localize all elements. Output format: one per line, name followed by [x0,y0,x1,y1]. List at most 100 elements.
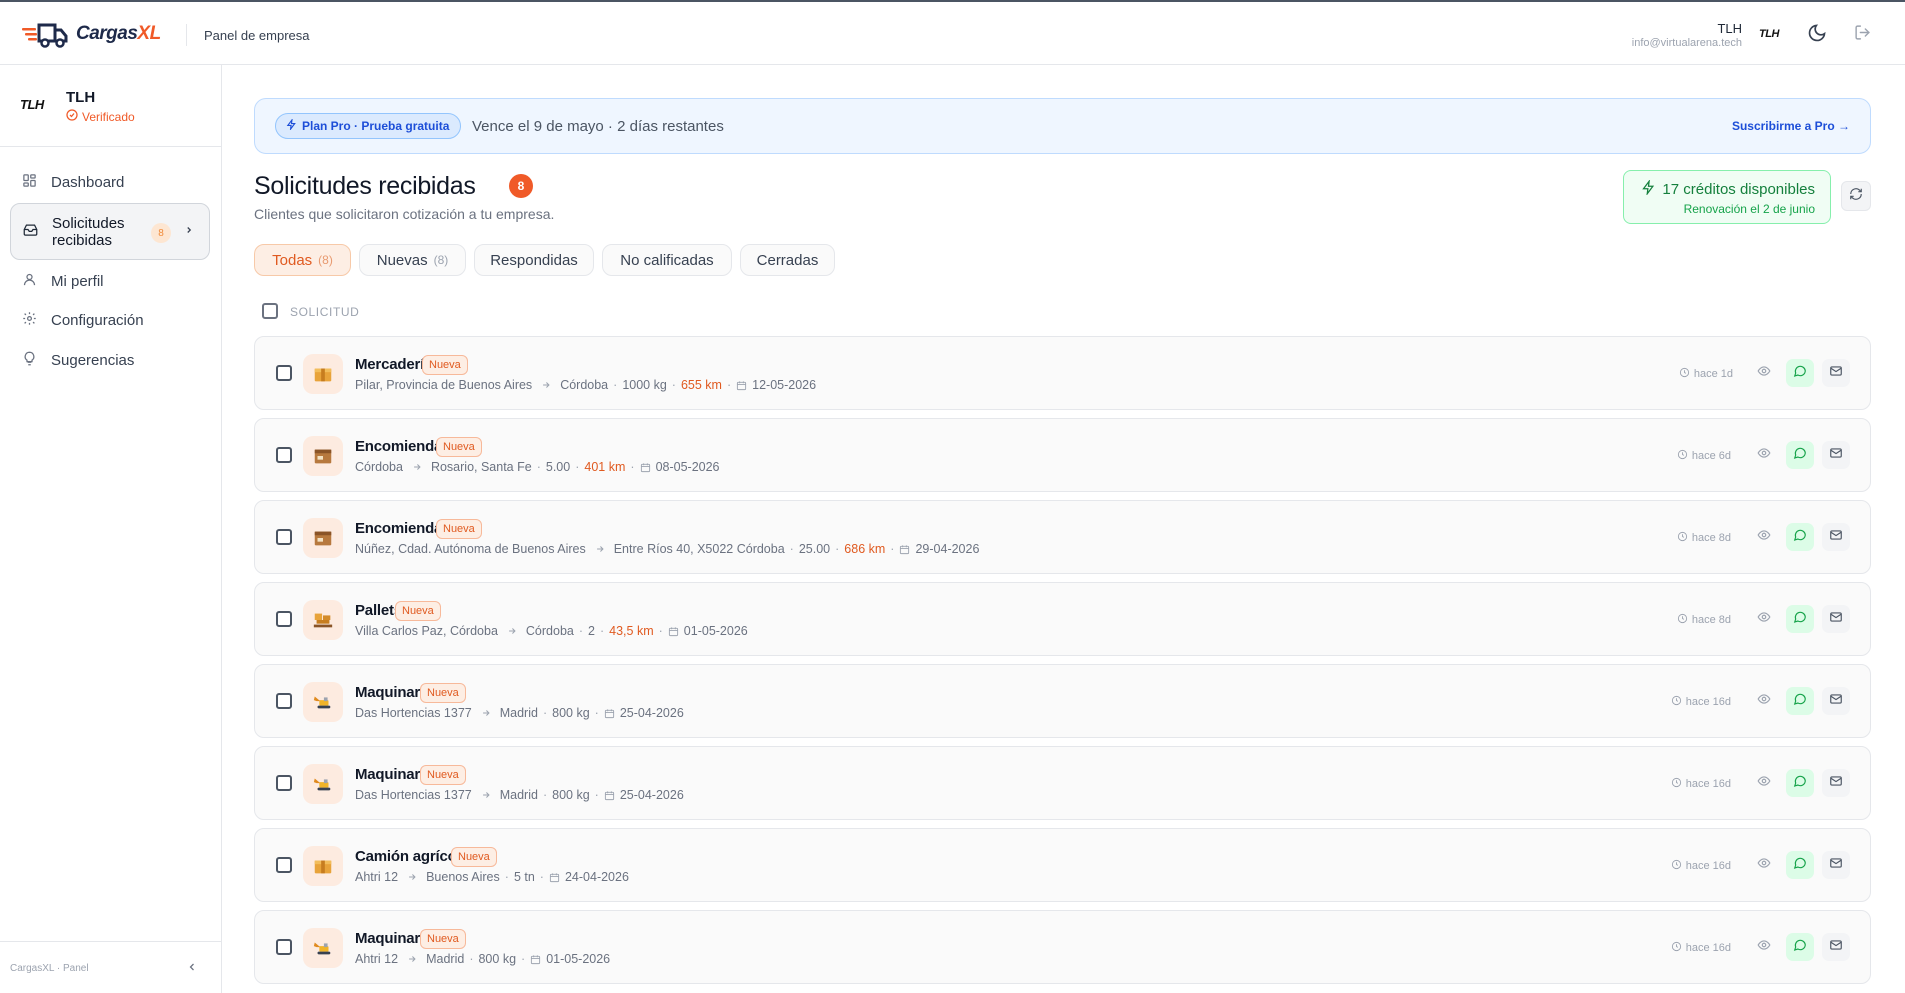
whatsapp-button[interactable] [1786,441,1814,469]
request-age: hace 1d [1679,367,1733,381]
tab-todas[interactable]: Todas (8) [254,244,351,276]
email-button[interactable] [1822,441,1850,469]
email-button[interactable] [1822,523,1850,551]
arrow-right-icon [541,380,551,390]
request-row[interactable]: Maquinaria Nueva Das Hortencias 1377 Madrid… [254,664,1871,738]
email-button[interactable] [1822,687,1850,715]
clock-icon [1679,367,1690,381]
trial-banner: Plan Pro · Prueba gratuita Vence el 9 de… [254,98,1871,154]
row-checkbox[interactable] [276,857,292,873]
chevron-left-icon [186,961,198,978]
request-row[interactable]: Maquinaria Nueva Ahtri 12 Madrid · 800 kg · 01-… [254,910,1871,984]
chat-icon [1793,774,1807,793]
email-button[interactable] [1822,851,1850,879]
tab-no-calificadas[interactable]: No calificadas [602,244,732,276]
request-age: hace 8d [1677,613,1731,627]
row-checkbox[interactable] [276,693,292,709]
clock-icon [1671,777,1682,791]
lightning-icon [286,117,297,133]
lightbulb-icon [22,351,37,370]
email-button[interactable] [1822,605,1850,633]
sidebar-item-sugerencias[interactable]: Sugerencias [10,342,210,378]
request-route: Pilar, Provincia de Buenos Aires Córdoba ·… [355,378,817,392]
row-checkbox[interactable] [276,939,292,955]
view-button[interactable] [1750,605,1778,633]
email-button[interactable] [1822,359,1850,387]
route-from: Córdoba [355,460,403,474]
whatsapp-button[interactable] [1786,523,1814,551]
view-button[interactable] [1750,933,1778,961]
request-row[interactable]: Maquinaria Nueva Das Hortencias 1377 Madrid… [254,746,1871,820]
view-button[interactable] [1750,769,1778,797]
request-title: Mercadería [355,356,433,373]
collapse-sidebar-button[interactable] [186,960,198,979]
mail-icon [1829,528,1843,547]
tab-respondidas[interactable]: Respondidas [474,244,594,276]
email-button[interactable] [1822,769,1850,797]
request-row[interactable]: Camión agrícola Nueva Ahtri 12 Buenos Aires… [254,828,1871,902]
load-amount: 800 kg [478,952,517,966]
request-row[interactable]: Encomiendas Nueva Córdoba Rosario, Santa Fe… [254,418,1871,492]
moon-icon [1807,23,1827,48]
row-checkbox[interactable] [276,775,292,791]
whatsapp-button[interactable] [1786,769,1814,797]
clock-icon [1677,449,1688,463]
route-from: Núñez, Cdad. Autónoma de Buenos Aires [355,542,586,556]
chat-icon [1793,364,1807,383]
status-badge: Nueva [436,519,482,539]
whatsapp-button[interactable] [1786,851,1814,879]
request-age: hace 16d [1671,695,1731,709]
distance: 401 km [584,460,626,474]
whatsapp-button[interactable] [1786,605,1814,633]
whatsapp-button[interactable] [1786,359,1814,387]
row-checkbox[interactable] [276,447,292,463]
route-from: Pilar, Provincia de Buenos Aires [355,378,533,392]
request-row[interactable]: Mercadería Nueva Pilar, Provincia de Bueno… [254,336,1871,410]
sidebar-item-solicitudes[interactable]: Solicitudes recibidas 8 [10,203,210,260]
sidebar-item-perfil[interactable]: Mi perfil [10,263,210,299]
whatsapp-button[interactable] [1786,687,1814,715]
load-amount: 800 kg [552,788,590,802]
route-from: Das Hortencias 1377 [355,788,472,802]
select-all-checkbox[interactable] [262,303,278,319]
whatsapp-button[interactable] [1786,933,1814,961]
load-amount: 25.00 [798,542,831,556]
request-route: Das Hortencias 1377 Madrid · 800 kg · 25-04-2… [355,788,684,802]
chat-icon [1793,446,1807,465]
request-row[interactable]: Encomiendas Nueva Núñez, Cdad. Autónoma de… [254,500,1871,574]
parcel-icon [303,436,343,476]
view-button[interactable] [1750,359,1778,387]
request-route: Núñez, Cdad. Autónoma de Buenos Aires Ent… [355,542,980,556]
sidebar-item-configuracion[interactable]: Configuración [10,302,210,338]
excavator-icon [303,928,343,968]
row-checkbox[interactable] [276,365,292,381]
view-button[interactable] [1750,851,1778,879]
subscribe-pro-link[interactable]: Suscribirme a Pro → [1732,119,1850,133]
user-avatar[interactable]: TLH [1759,28,1779,40]
logout-button[interactable] [1848,21,1876,49]
clock-icon [1671,695,1682,709]
footer-label: CargasXL · Panel [10,963,89,974]
status-badge: Nueva [420,683,466,703]
view-button[interactable] [1750,523,1778,551]
chat-icon [1793,938,1807,957]
refresh-button[interactable] [1841,181,1871,211]
eye-icon [1757,856,1771,875]
load-amount: 2 [588,624,595,638]
request-row[interactable]: Pallets Nueva Villa Carlos Paz, Córdoba Cór… [254,582,1871,656]
credits-card[interactable]: 17 créditos disponibles Renovación el 2 … [1623,170,1831,224]
tab-cerradas[interactable]: Cerradas [740,244,835,276]
tab-nuevas[interactable]: Nuevas (8) [359,244,466,276]
calendar-icon [668,626,679,637]
sidebar-item-dashboard[interactable]: Dashboard [10,164,210,200]
row-checkbox[interactable] [276,611,292,627]
app-logo[interactable]: CargasXL [22,20,161,48]
request-date: 25-04-2026 [619,788,684,802]
dark-mode-toggle[interactable] [1803,21,1831,49]
requests-count-badge: 8 [509,174,533,198]
view-button[interactable] [1750,687,1778,715]
view-button[interactable] [1750,441,1778,469]
row-checkbox[interactable] [276,529,292,545]
route-from: Villa Carlos Paz, Córdoba [355,624,498,638]
email-button[interactable] [1822,933,1850,961]
